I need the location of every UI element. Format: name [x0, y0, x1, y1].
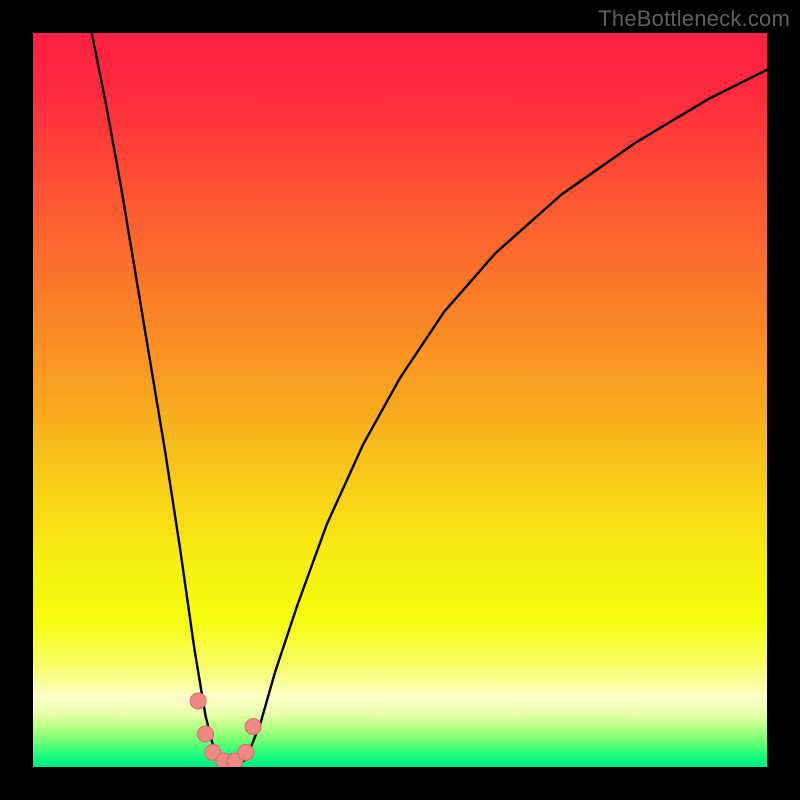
gradient-background: [33, 33, 767, 767]
chart-frame: TheBottleneck.com: [0, 0, 800, 800]
plot-area: [33, 33, 767, 767]
marker-dot: [190, 693, 206, 709]
marker-dot: [238, 744, 254, 760]
chart-svg: [33, 33, 767, 767]
marker-dot: [197, 726, 213, 742]
watermark-text: TheBottleneck.com: [598, 6, 790, 32]
marker-dot: [245, 719, 261, 735]
